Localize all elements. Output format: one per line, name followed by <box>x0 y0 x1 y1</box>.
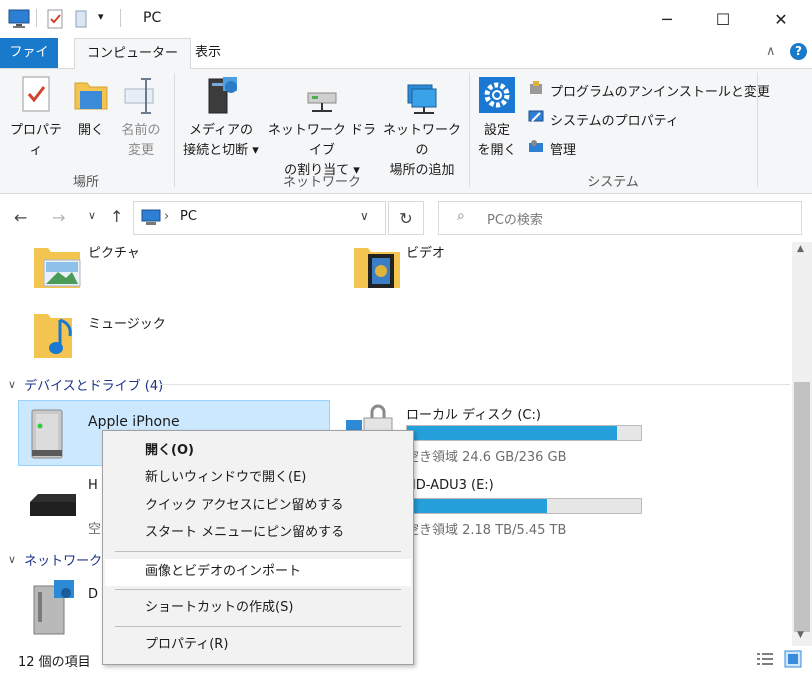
open-settings-button[interactable]: 設定 を開く <box>474 75 520 161</box>
folder-label-videos[interactable]: ビデオ <box>406 242 445 261</box>
videos-folder-icon[interactable] <box>352 244 402 292</box>
address-dropdown-chevron-icon[interactable]: ∨ <box>360 209 369 223</box>
refresh-icon: ↻ <box>399 208 413 228</box>
manage-button[interactable]: 管理 <box>528 138 576 158</box>
chevron-down-icon[interactable]: ▾ <box>98 10 104 23</box>
device-name-apple-iphone: Apple iPhone <box>88 414 180 430</box>
menu-item-open-new-window[interactable]: 新しいウィンドウで開く(E) <box>145 467 306 489</box>
media-server-icon <box>178 75 264 121</box>
window-title: PC <box>143 10 162 26</box>
map-network-drive-button[interactable]: ネットワーク ドライブ の割り当て ▾ <box>264 75 380 181</box>
group-label-system: システム <box>587 175 639 190</box>
network-drive-icon <box>264 75 380 121</box>
ribbon: プロパティ 開く 名前の 変更 場所 メディアの 接続と切断 ▾ ネットワーク … <box>0 69 812 194</box>
recent-locations-chevron-icon[interactable]: ∨ <box>88 209 96 222</box>
refresh-button[interactable]: ↻ <box>388 201 424 235</box>
group-label-network: ネットワーク <box>282 175 361 190</box>
search-icon: ⌕ <box>457 208 465 224</box>
device-name-d[interactable]: D <box>88 587 98 602</box>
menu-item-pin-start[interactable]: スタート メニューにピン留めする <box>145 522 344 544</box>
properties-icon <box>4 75 68 121</box>
uninstall-program-button[interactable]: プログラムのアンインストールと変更 <box>528 80 770 100</box>
device-name-h[interactable]: H <box>88 478 98 493</box>
drive-free-space-h: 空 <box>88 522 102 537</box>
collapse-chevron-icon: ∨ <box>8 553 17 566</box>
menu-item-create-shortcut[interactable]: ショートカットの作成(S) <box>145 597 293 619</box>
search-box[interactable]: ⌕ PCの検索 <box>438 201 802 235</box>
drive-usage-bar-e <box>406 498 642 514</box>
scroll-up-arrow-icon[interactable]: ▲ <box>797 244 804 254</box>
system-properties-icon <box>528 109 544 129</box>
gear-icon <box>474 75 520 121</box>
group-label-location: 場所 <box>72 175 99 190</box>
menu-item-properties[interactable]: プロパティ(R) <box>145 634 228 656</box>
manage-icon <box>528 138 544 158</box>
folder-label-pictures[interactable]: ピクチャ <box>88 242 140 261</box>
rename-button[interactable]: 名前の 変更 <box>114 75 168 161</box>
computer-icon <box>8 9 30 33</box>
forward-arrow-icon[interactable]: → <box>52 208 65 227</box>
rename-icon <box>114 75 168 121</box>
device-name-hd-adu3-e[interactable]: HD-ADU3 (E:) <box>406 478 494 493</box>
ribbon-tabs: ファイル コンピューター 表示 ∧ ? <box>0 38 812 90</box>
device-name-local-disk-c[interactable]: ローカル ディスク (C:) <box>406 404 541 423</box>
menu-item-open[interactable]: 開く(O) <box>145 440 194 462</box>
tab-file[interactable]: ファイル <box>0 38 58 90</box>
properties-quick-icon[interactable] <box>46 9 64 33</box>
scroll-down-arrow-icon[interactable]: ▼ <box>797 630 804 640</box>
folder-label-music[interactable]: ミュージック <box>88 313 166 332</box>
music-folder-icon[interactable] <box>32 310 82 364</box>
up-arrow-icon[interactable]: ↑ <box>110 207 123 226</box>
collapse-chevron-icon: ∨ <box>8 378 17 391</box>
details-view-icon[interactable] <box>756 651 774 671</box>
scrollbar-thumb[interactable] <box>794 382 810 632</box>
drive-free-space-c: 空き領域 24.6 GB/236 GB <box>406 450 567 465</box>
network-group-header[interactable]: ∨ ネットワークの <box>8 550 115 569</box>
search-placeholder: PCの検索 <box>487 213 543 228</box>
tab-computer[interactable]: コンピューター <box>74 38 192 70</box>
external-drive-icon[interactable] <box>26 488 82 526</box>
connect-media-button[interactable]: メディアの 接続と切断 ▾ <box>178 75 264 161</box>
menu-item-pin-quick-access[interactable]: クイック アクセスにピン留めする <box>145 495 343 517</box>
drive-usage-bar-c <box>406 425 642 441</box>
programs-icon <box>528 80 544 100</box>
large-icons-view-icon[interactable] <box>784 650 802 672</box>
open-button[interactable]: 開く <box>68 75 114 141</box>
collapse-ribbon-icon[interactable]: ∧ <box>766 44 776 59</box>
devices-group-header[interactable]: ∨ デバイスとドライブ (4) <box>8 375 163 394</box>
network-location-icon <box>380 75 464 121</box>
properties-button[interactable]: プロパティ <box>4 75 68 161</box>
tab-view[interactable]: 表示 <box>183 38 233 68</box>
address-bar[interactable]: › PC ∨ <box>133 201 386 235</box>
context-menu: 開く(O) 新しいウィンドウで開く(E) クイック アクセスにピン留めする スタ… <box>102 430 414 665</box>
maximize-button[interactable]: ☐ <box>700 0 746 38</box>
new-folder-quick-icon[interactable] <box>74 9 90 33</box>
pc-icon <box>141 209 161 231</box>
menu-item-import-pictures-videos[interactable]: 画像とビデオのインポート <box>145 561 301 583</box>
add-network-location-button[interactable]: ネットワークの 場所の追加 <box>380 75 464 181</box>
drive-free-space-e: 空き領域 2.18 TB/5.45 TB <box>406 523 567 538</box>
back-arrow-icon[interactable]: ← <box>14 208 27 227</box>
media-server-item-icon[interactable] <box>30 576 80 642</box>
breadcrumb-pc[interactable]: PC <box>180 209 197 224</box>
help-icon[interactable]: ? <box>790 43 807 60</box>
system-properties-button[interactable]: システムのプロパティ <box>528 109 679 129</box>
open-folder-icon <box>68 75 114 121</box>
breadcrumb-chevron-icon: › <box>164 209 170 224</box>
minimize-button[interactable]: ─ <box>644 0 690 38</box>
title-bar: ▾ PC ─ ☐ ✕ <box>0 0 812 38</box>
pictures-folder-icon[interactable] <box>32 244 82 292</box>
close-button[interactable]: ✕ <box>758 0 804 38</box>
portable-device-icon <box>28 404 68 466</box>
item-count: 12 個の項目 <box>18 655 91 670</box>
